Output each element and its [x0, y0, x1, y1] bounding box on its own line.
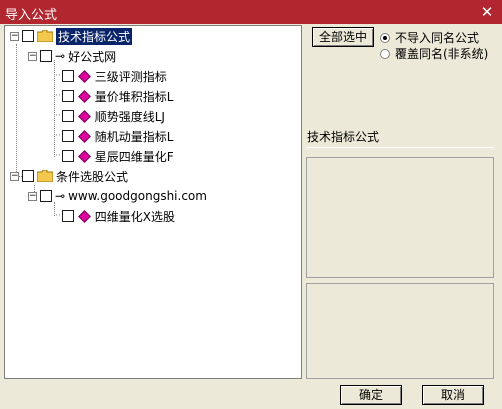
tree-item[interactable]: ·· 随机动量指标L	[55, 127, 173, 145]
radio-overwrite[interactable]: 覆盖同名(非系统)	[380, 45, 488, 62]
radio-overwrite-icon[interactable]	[380, 48, 390, 59]
tree-item[interactable]: ·· 量价堆积指标L	[55, 87, 173, 105]
group-2-checkbox[interactable]	[22, 170, 34, 182]
item-checkbox[interactable]	[61, 110, 74, 122]
tree-node-group-2[interactable]: − 条件选股公式	[10, 167, 128, 185]
formula-icon	[77, 109, 91, 123]
window-title: 导入公式	[5, 8, 58, 23]
group-1-checkbox[interactable]	[22, 30, 34, 42]
source-1-label: 好公式网	[68, 49, 117, 64]
formula-icon	[77, 149, 91, 163]
collapse-icon[interactable]: −	[10, 31, 19, 41]
description-panel	[306, 157, 494, 278]
group-1-label: 技术指标公式	[56, 27, 133, 45]
collapse-icon[interactable]: −	[28, 191, 37, 201]
tree-item[interactable]: ·· 星辰四维量化F	[55, 147, 174, 165]
cancel-button[interactable]: 取消	[422, 385, 484, 405]
import-formula-dialog: 导入公式 ✕ − 技术指标公式 − ⊸ 好公式网 ·· 三级评测指标 ·· 量价…	[0, 0, 502, 409]
item-label: 顺势强度线LJ	[94, 109, 165, 124]
collapse-icon[interactable]: −	[28, 51, 37, 61]
key-icon: ⊸	[55, 189, 66, 203]
tree-node-source-2[interactable]: − ⊸ www.goodgongshi.com	[28, 187, 207, 205]
detail-section-label: 技术指标公式	[307, 130, 380, 144]
group-2-label: 条件选股公式	[56, 169, 129, 184]
item-checkbox[interactable]	[61, 90, 74, 102]
info-panel	[306, 283, 494, 379]
key-icon: ⊸	[55, 49, 66, 63]
formula-icon	[77, 209, 91, 223]
radio-skip-icon[interactable]	[380, 32, 390, 43]
formula-tree[interactable]: − 技术指标公式 − ⊸ 好公式网 ·· 三级评测指标 ·· 量价堆积指标L ·…	[4, 25, 302, 379]
formula-icon	[77, 129, 91, 143]
item-label: 随机动量指标L	[94, 129, 174, 144]
source-2-label: www.goodgongshi.com	[68, 189, 207, 203]
tree-item[interactable]: ·· 三级评测指标	[55, 67, 167, 85]
close-icon[interactable]: ✕	[478, 3, 496, 21]
item-checkbox[interactable]	[61, 70, 74, 82]
radio-skip-label: 不导入同名公式	[395, 31, 480, 45]
tree-node-group-1[interactable]: − 技术指标公式	[10, 27, 133, 45]
source-2-checkbox[interactable]	[40, 190, 52, 202]
folder-icon	[36, 169, 54, 183]
formula-icon	[77, 69, 91, 83]
tree-node-source-1[interactable]: − ⊸ 好公式网	[28, 47, 116, 65]
item-label: 量价堆积指标L	[94, 89, 174, 104]
ok-button[interactable]: 确定	[340, 385, 402, 405]
item-label: 三级评测指标	[94, 69, 167, 84]
radio-overwrite-label: 覆盖同名(非系统)	[395, 47, 489, 61]
folder-icon	[36, 29, 54, 43]
source-1-checkbox[interactable]	[40, 50, 52, 62]
collapse-icon[interactable]: −	[10, 171, 19, 181]
item-checkbox[interactable]	[61, 130, 74, 142]
title-bar: 导入公式 ✕	[0, 0, 502, 24]
select-all-button[interactable]: 全部选中	[312, 27, 374, 47]
item-checkbox[interactable]	[61, 150, 74, 162]
item-label: 四维量化X选股	[94, 209, 175, 224]
item-label: 星辰四维量化F	[94, 149, 174, 164]
tree-item[interactable]: ·· 四维量化X选股	[55, 207, 175, 225]
formula-icon	[77, 89, 91, 103]
item-checkbox[interactable]	[61, 210, 74, 222]
radio-skip-duplicates[interactable]: 不导入同名公式	[380, 29, 479, 46]
tree-item[interactable]: ·· 顺势强度线LJ	[55, 107, 165, 125]
